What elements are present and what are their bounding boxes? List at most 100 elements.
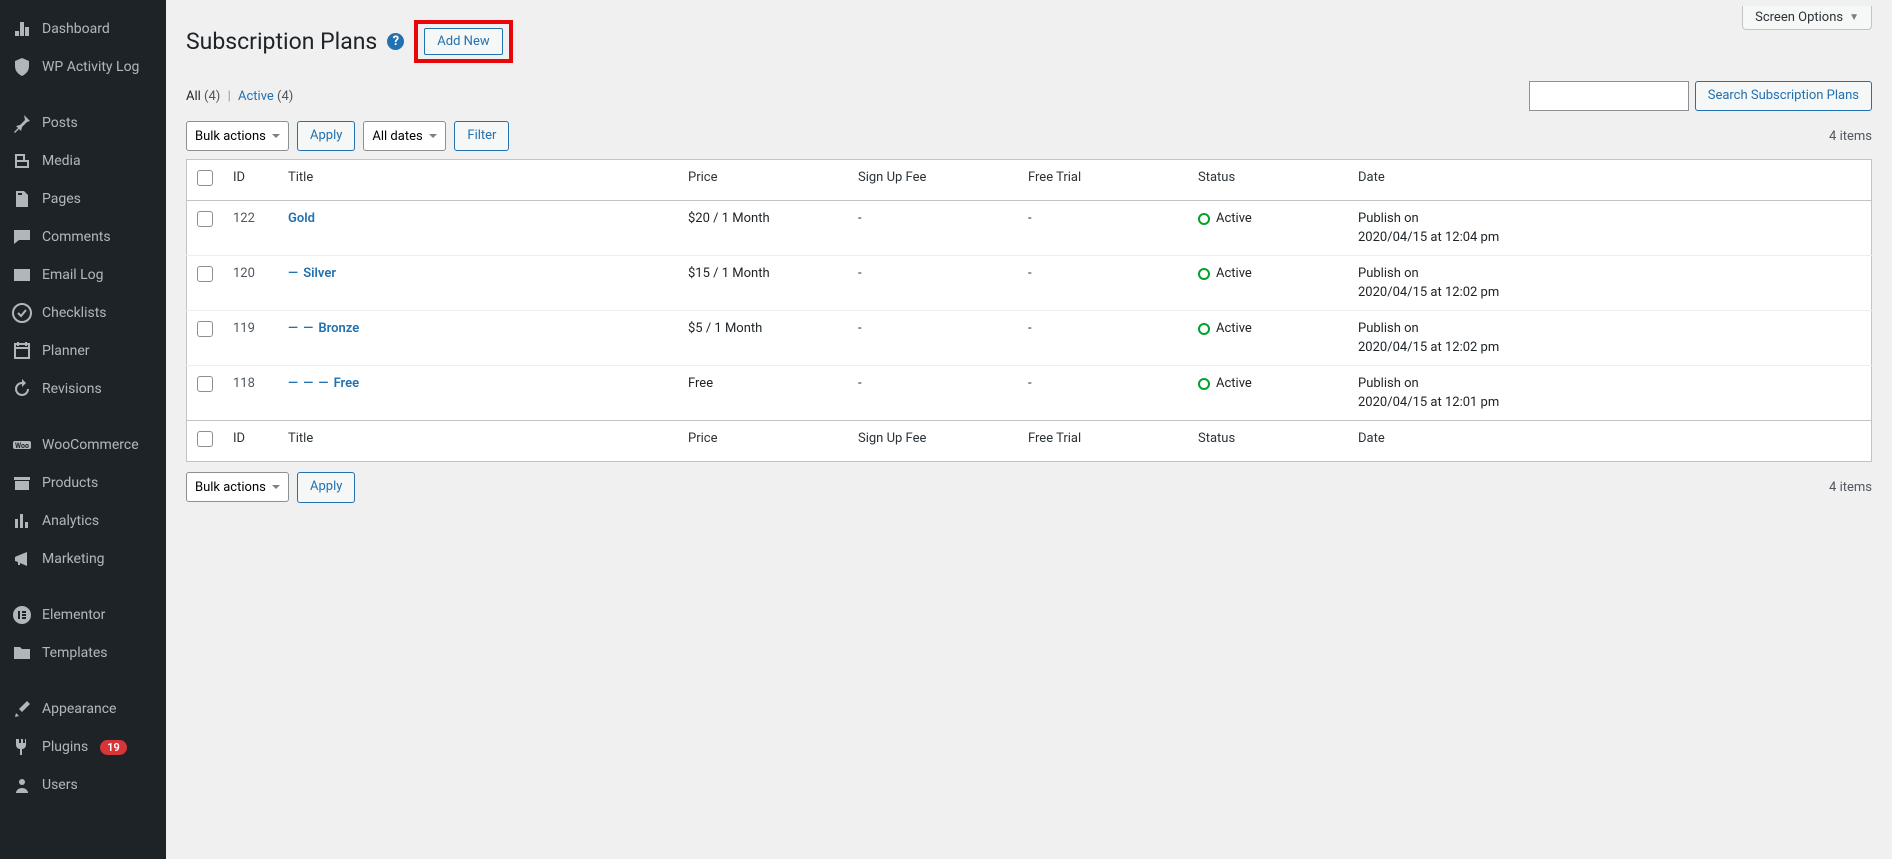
col-title[interactable]: Title xyxy=(278,160,678,201)
sidebar-item-label: Email Log xyxy=(42,267,104,283)
row-price: $5 / 1 Month xyxy=(678,311,848,366)
sidebar-item-label: Marketing xyxy=(42,551,105,567)
row-checkbox[interactable] xyxy=(197,266,213,282)
row-checkbox[interactable] xyxy=(197,376,213,392)
chevron-down-icon: ▼ xyxy=(1849,12,1859,23)
row-status: Active xyxy=(1198,376,1338,391)
sidebar-item-elementor[interactable]: Elementor xyxy=(0,596,166,634)
products-icon xyxy=(12,473,32,493)
col-price: Price xyxy=(678,160,848,201)
row-id: 118 xyxy=(223,366,278,421)
search-button[interactable]: Search Subscription Plans xyxy=(1695,81,1872,111)
comments-icon xyxy=(12,227,32,247)
sidebar-item-appearance[interactable]: Appearance xyxy=(0,690,166,728)
row-price: $15 / 1 Month xyxy=(678,256,848,311)
sidebar-item-label: Plugins xyxy=(42,739,88,755)
row-checkbox[interactable] xyxy=(197,321,213,337)
table-row: 120 — Silver $15 / 1 Month - - Active Pu… xyxy=(187,256,1872,311)
sidebar-item-checklists[interactable]: Checklists xyxy=(0,294,166,332)
row-hierarchy-prefix: — — xyxy=(288,321,318,336)
sidebar-item-products[interactable]: Products xyxy=(0,464,166,502)
row-id: 119 xyxy=(223,311,278,366)
row-title-link[interactable]: Gold xyxy=(288,211,315,226)
row-hierarchy-prefix: — xyxy=(288,266,303,281)
sidebar-item-label: WooCommerce xyxy=(42,437,139,453)
sidebar-item-label: Posts xyxy=(42,115,78,131)
dashboard-icon xyxy=(12,19,32,39)
pin-icon xyxy=(12,113,32,133)
brush-icon xyxy=(12,699,32,719)
col-id: ID xyxy=(223,160,278,201)
row-id: 120 xyxy=(223,256,278,311)
sidebar-item-email-log[interactable]: Email Log xyxy=(0,256,166,294)
page-content: Screen Options ▼ Subscription Plans ? Ad… xyxy=(166,0,1892,859)
screen-options-button[interactable]: Screen Options ▼ xyxy=(1742,6,1872,30)
row-status: Active xyxy=(1198,211,1338,226)
folder-icon xyxy=(12,643,32,663)
sidebar-item-label: Planner xyxy=(42,343,89,359)
table-row: 119 — — Bronze $5 / 1 Month - - Active P… xyxy=(187,311,1872,366)
sidebar-item-label: Elementor xyxy=(42,607,105,623)
sidebar-item-posts[interactable]: Posts xyxy=(0,104,166,142)
sidebar-item-label: Analytics xyxy=(42,513,99,529)
filter-all[interactable]: All (4) xyxy=(186,89,220,104)
analytics-icon xyxy=(12,511,32,531)
row-status: Active xyxy=(1198,321,1338,336)
row-signup-fee: - xyxy=(848,366,1018,421)
sidebar-item-templates[interactable]: Templates xyxy=(0,634,166,672)
sidebar-item-media[interactable]: Media xyxy=(0,142,166,180)
sidebar-item-label: Products xyxy=(42,475,98,491)
row-title-link[interactable]: Silver xyxy=(303,266,336,281)
check-icon xyxy=(12,303,32,323)
bulk-actions-select[interactable]: Bulk actions xyxy=(186,121,289,151)
sidebar-item-revisions[interactable]: Revisions xyxy=(0,370,166,408)
apply-button-bottom[interactable]: Apply xyxy=(297,472,355,502)
row-signup-fee: - xyxy=(848,201,1018,256)
apply-button-top[interactable]: Apply xyxy=(297,121,355,151)
sidebar-item-label: Pages xyxy=(42,191,81,207)
row-checkbox[interactable] xyxy=(197,211,213,227)
sidebar-item-plugins[interactable]: Plugins19 xyxy=(0,728,166,766)
sidebar-item-label: Appearance xyxy=(42,701,116,717)
sidebar-item-woocommerce[interactable]: Woo WooCommerce xyxy=(0,426,166,464)
filter-button[interactable]: Filter xyxy=(454,121,509,151)
sidebar-item-pages[interactable]: Pages xyxy=(0,180,166,218)
item-count-top: 4 items xyxy=(1829,129,1872,144)
sidebar-item-planner[interactable]: Planner xyxy=(0,332,166,370)
row-date: Publish on2020/04/15 at 12:02 pm xyxy=(1348,256,1872,311)
row-free-trial: - xyxy=(1018,366,1188,421)
sidebar-item-label: Media xyxy=(42,153,81,169)
row-title-link[interactable]: Free xyxy=(334,376,360,391)
table-row: 118 — — — Free Free - - Active Publish o… xyxy=(187,366,1872,421)
row-price: Free xyxy=(678,366,848,421)
filter-active[interactable]: Active (4) xyxy=(238,89,293,104)
select-all-checkbox-bottom[interactable] xyxy=(197,431,213,447)
sidebar-item-label: Revisions xyxy=(42,381,102,397)
col-date[interactable]: Date xyxy=(1348,160,1872,201)
sidebar-item-wp-activity-log[interactable]: WP Activity Log xyxy=(0,48,166,86)
sidebar-item-marketing[interactable]: Marketing xyxy=(0,540,166,578)
sidebar-item-comments[interactable]: Comments xyxy=(0,218,166,256)
item-count-bottom: 4 items xyxy=(1829,480,1872,495)
date-filter-select[interactable]: All dates xyxy=(363,121,446,151)
sidebar-item-users[interactable]: Users xyxy=(0,766,166,804)
row-date: Publish on2020/04/15 at 12:01 pm xyxy=(1348,366,1872,421)
sidebar-item-analytics[interactable]: Analytics xyxy=(0,502,166,540)
bulk-actions-select-bottom[interactable]: Bulk actions xyxy=(186,472,289,502)
sidebar-item-label: WP Activity Log xyxy=(42,59,139,75)
highlight-annotation: Add New xyxy=(414,20,512,63)
help-icon[interactable]: ? xyxy=(387,33,404,50)
users-icon xyxy=(12,775,32,795)
add-new-button[interactable]: Add New xyxy=(424,28,502,55)
search-input[interactable] xyxy=(1529,81,1689,111)
sidebar-item-dashboard[interactable]: Dashboard xyxy=(0,10,166,48)
status-active-icon xyxy=(1198,323,1210,335)
elementor-icon xyxy=(12,605,32,625)
woo-icon: Woo xyxy=(12,435,32,455)
row-date: Publish on2020/04/15 at 12:04 pm xyxy=(1348,201,1872,256)
mail-icon xyxy=(12,265,32,285)
sidebar-item-label: Dashboard xyxy=(42,21,110,37)
row-title-link[interactable]: Bronze xyxy=(318,321,359,336)
select-all-checkbox[interactable] xyxy=(197,170,213,186)
row-date: Publish on2020/04/15 at 12:02 pm xyxy=(1348,311,1872,366)
